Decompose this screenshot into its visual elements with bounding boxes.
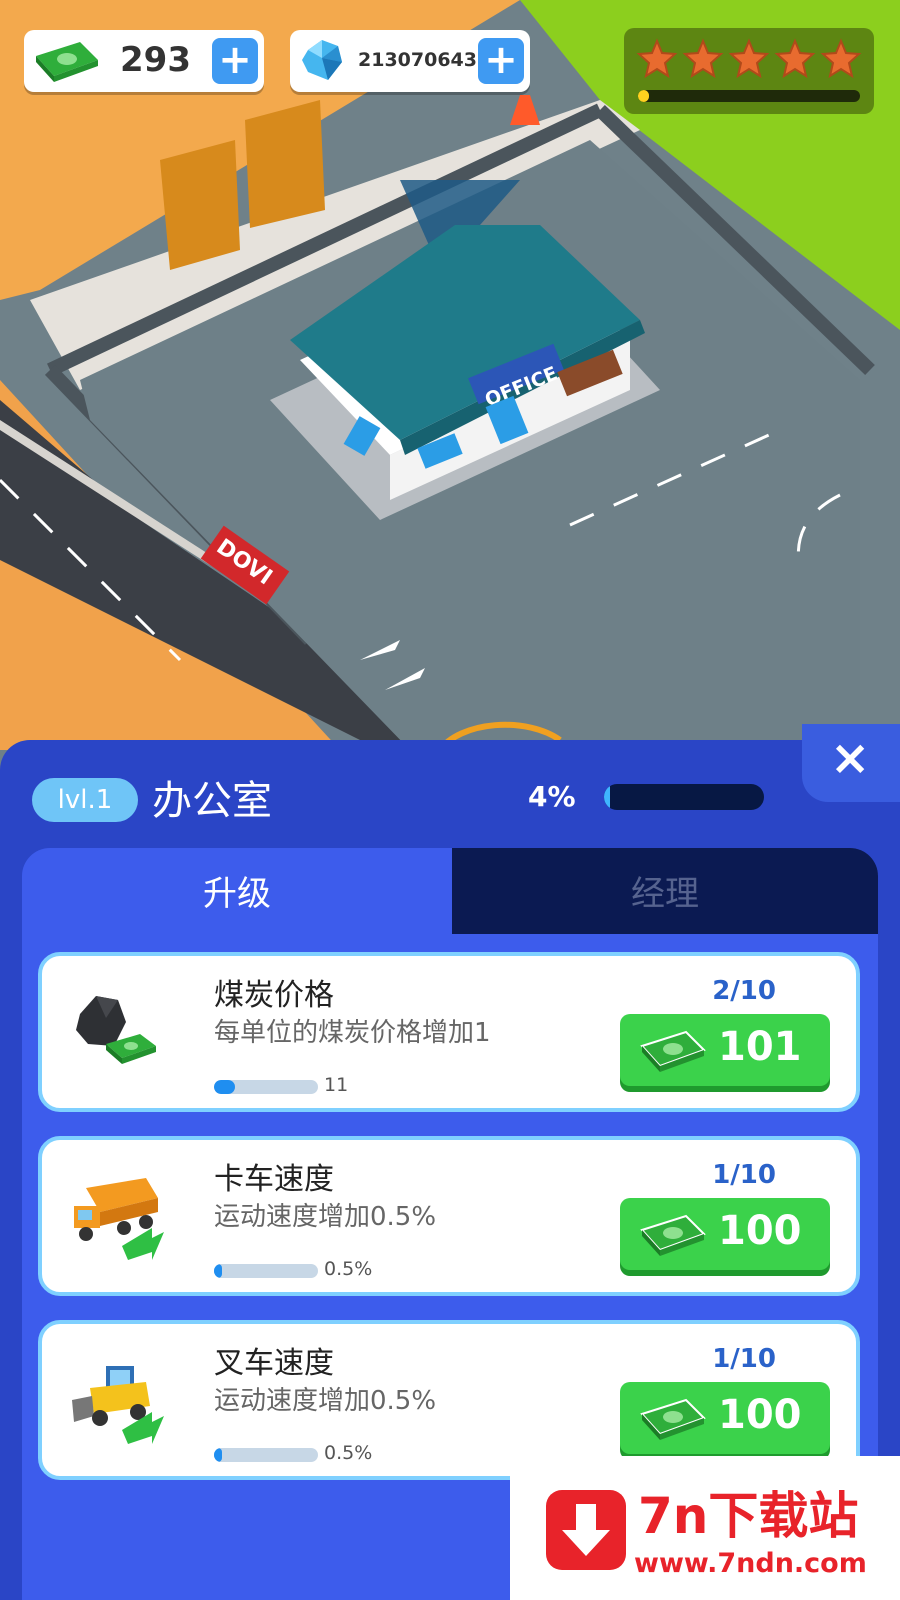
add-cash-button[interactable]: + [212,38,258,84]
upgrade-card: 卡车速度运动速度增加0.5% 0.5% 1/10 100 [38,1136,860,1296]
star-progress-bar [638,90,860,102]
tab-upgrade-label: 升级 [203,874,271,914]
tab-upgrade[interactable]: 升级 [22,848,452,934]
game-scene[interactable]: OFFICE DOVI 293 + 2130706432 + [0,0,900,750]
watermark: 7n下载站 www.7ndn.com [510,1456,900,1600]
upgrade-price: 100 [718,1392,802,1438]
buy-upgrade-button[interactable]: 101 [620,1014,830,1086]
upgrade-progress-bar [214,1448,318,1462]
cash-icon [640,1398,706,1440]
coal-icon [76,996,156,1064]
star-icon [820,38,862,79]
download-icon [546,1490,626,1570]
cash-icon [36,42,98,82]
upgrade-progress-fill [214,1448,223,1462]
upgrade-title: 叉车速度 [214,1346,334,1381]
upgrade-title: 卡车速度 [214,1162,334,1197]
upgrade-price: 101 [718,1024,802,1070]
upgrade-description: 每单位的煤炭价格增加1 [214,1018,491,1048]
star-icon [774,38,816,79]
building-progress-bar [604,784,764,810]
upgrade-description: 运动速度增加0.5% [214,1386,437,1416]
star-row [636,38,862,82]
upgrade-progress-fill [214,1080,235,1094]
gem-value: 2130706432 [358,49,491,71]
upgrade-level: 2/10 [712,976,776,1006]
cash-icon [640,1030,706,1072]
watermark-title: 7n下载站 [638,1487,859,1545]
close-button[interactable]: × [802,724,900,802]
upgrade-progress-value: 0.5% [324,1258,373,1280]
add-gems-button[interactable]: + [478,38,524,84]
progress-percent: 4% [528,780,576,813]
star-icon [728,38,770,79]
upgrade-card: 煤炭价格每单位的煤炭价格增加1 11 2/10 101 [38,952,860,1112]
cash-counter: 293 + [24,30,264,92]
star-icon [682,38,724,79]
watermark-url: www.7ndn.com [634,1548,867,1579]
building-progress-fill [604,784,611,810]
dump-truck-icon [74,1178,164,1260]
upgrade-price: 100 [718,1208,802,1254]
tab-manager[interactable]: 经理 [452,848,878,934]
tab-manager-label: 经理 [631,874,699,914]
cash-value: 293 [120,40,191,80]
upgrade-level: 1/10 [712,1344,776,1374]
upgrade-progress-value: 0.5% [324,1442,373,1464]
buy-upgrade-button[interactable]: 100 [620,1198,830,1270]
gem-counter: 2130706432 + [290,30,530,92]
star-rating-panel[interactable] [624,28,874,114]
upgrade-progress-value: 11 [324,1074,349,1096]
upgrade-progress-bar [214,1080,318,1094]
upgrade-progress-fill [214,1264,223,1278]
panel-title: 办公室 [152,778,272,824]
upgrade-description: 运动速度增加0.5% [214,1202,437,1232]
close-icon: × [830,730,871,786]
upgrade-level: 1/10 [712,1160,776,1190]
upgrade-title: 煤炭价格 [214,978,334,1013]
star-icon [636,38,678,79]
gem-icon [302,40,342,80]
buy-upgrade-button[interactable]: 100 [620,1382,830,1454]
forklift-icon [72,1366,164,1444]
cash-icon [640,1214,706,1256]
level-badge: lvl.1 [32,778,138,822]
upgrade-progress-bar [214,1264,318,1278]
star-progress-fill [638,90,650,102]
